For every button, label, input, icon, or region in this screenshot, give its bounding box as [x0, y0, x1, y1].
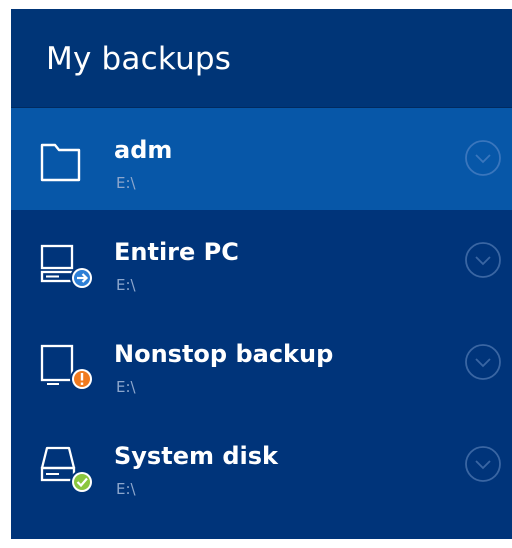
backup-item-entire-pc[interactable]: Entire PC E:\: [11, 210, 512, 312]
monitor-icon: [39, 336, 101, 392]
backup-path: E:\: [116, 174, 136, 192]
backup-list: adm E:\ Entire PC E:\ Nonstop backup E:\…: [11, 108, 512, 516]
panel-header: My backups: [11, 9, 512, 108]
backup-name: System disk: [114, 442, 278, 470]
chevron-down-icon[interactable]: [464, 445, 502, 483]
backup-name: Nonstop backup: [114, 340, 334, 368]
backup-name: Entire PC: [114, 238, 239, 266]
backup-path: E:\: [116, 480, 136, 498]
backup-path: E:\: [116, 276, 136, 294]
chevron-down-icon[interactable]: [464, 343, 502, 381]
backups-panel: My backups adm E:\ Entire PC E:\ Nonstop…: [11, 9, 512, 539]
chevron-down-icon[interactable]: [464, 241, 502, 279]
disk-icon: [39, 438, 101, 494]
page-title: My backups: [46, 41, 232, 77]
computer-icon: [39, 234, 101, 290]
backup-path: E:\: [116, 378, 136, 396]
chevron-down-icon[interactable]: [464, 139, 502, 177]
backup-item-nonstop-backup[interactable]: Nonstop backup E:\: [11, 312, 512, 414]
backup-name: adm: [114, 136, 173, 164]
backup-item-adm[interactable]: adm E:\: [11, 108, 512, 210]
backup-item-system-disk[interactable]: System disk E:\: [11, 414, 512, 516]
folder-icon: [39, 132, 101, 188]
